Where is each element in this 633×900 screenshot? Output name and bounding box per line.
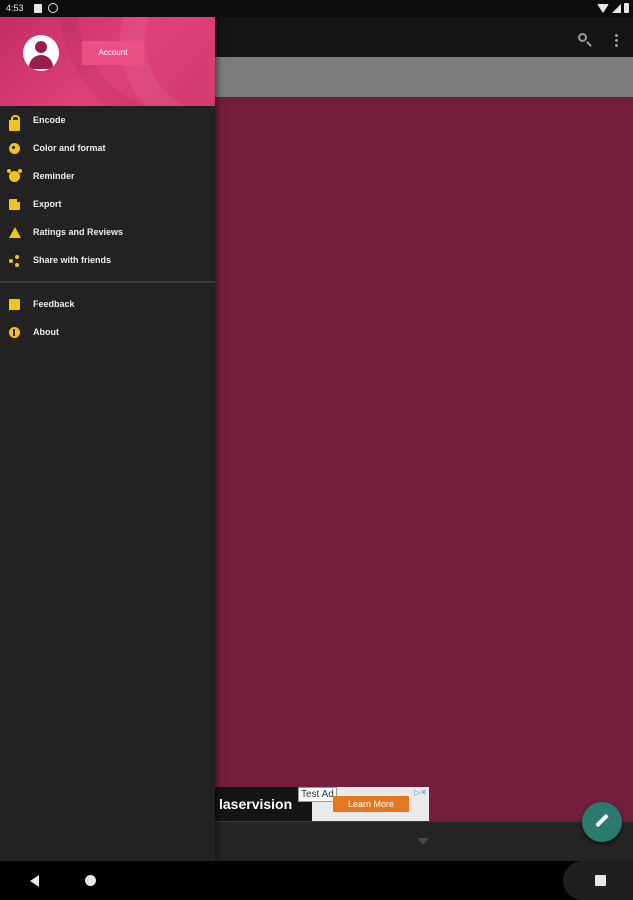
menu-item-label: Share with friends (33, 255, 112, 265)
recents-icon (595, 875, 606, 886)
menu-item-label: Feedback (33, 299, 75, 309)
menu-item-label: Encode (33, 115, 66, 125)
drawer-divider (0, 281, 215, 283)
more-vert-icon[interactable] (607, 28, 625, 46)
signal-icon (612, 3, 621, 13)
info-icon (9, 326, 20, 338)
ad-test-tag: Test Ad (298, 787, 337, 802)
menu-item-share-with-friends[interactable]: Share with friends (0, 246, 215, 274)
navigation-drawer: Account Encode Color and format Reminder… (0, 0, 215, 861)
lock-icon (9, 115, 20, 131)
menu-item-label: Reminder (33, 171, 75, 181)
star-icon (9, 226, 21, 238)
home-icon[interactable] (85, 875, 96, 886)
drawer-menu: Encode Color and format Reminder Export … (0, 106, 215, 346)
system-nav-bar (0, 861, 633, 900)
status-time: 4:53 (6, 3, 24, 13)
back-icon[interactable] (30, 875, 39, 887)
menu-item-label: Color and format (33, 143, 106, 153)
sd-card-icon (34, 4, 42, 13)
edit-fab-button[interactable] (582, 802, 622, 842)
menu-item-color-and-format[interactable]: Color and format (0, 134, 215, 162)
chevron-down-icon[interactable] (417, 838, 429, 845)
file-icon (9, 198, 20, 210)
menu-item-label: Ratings and Reviews (33, 227, 124, 237)
account-button[interactable]: Account (82, 41, 144, 65)
menu-item-ratings-and-reviews[interactable]: Ratings and Reviews (0, 218, 215, 246)
share-icon (9, 254, 20, 267)
status-indicators (597, 3, 629, 13)
ad-banner[interactable]: laservision Test Ad Learn More ▷✕ (215, 787, 429, 821)
menu-item-feedback[interactable]: Feedback (0, 290, 215, 318)
menu-item-label: Export (33, 199, 62, 209)
ad-learn-more-button[interactable]: Learn More (333, 796, 409, 812)
sync-icon (48, 3, 58, 13)
menu-item-about[interactable]: About (0, 318, 215, 346)
menu-item-encode[interactable]: Encode (0, 106, 215, 134)
status-bar: 4:53 (0, 0, 633, 17)
wifi-icon (597, 3, 609, 13)
recents-button[interactable] (563, 861, 633, 900)
menu-item-label: About (33, 327, 59, 337)
search-icon[interactable] (573, 28, 591, 46)
adchoices-icon[interactable]: ▷✕ (414, 788, 427, 797)
palette-icon (9, 142, 20, 154)
feedback-icon (9, 298, 20, 311)
battery-icon (624, 3, 629, 13)
avatar[interactable] (23, 35, 59, 71)
menu-item-reminder[interactable]: Reminder (0, 162, 215, 190)
menu-item-export[interactable]: Export (0, 190, 215, 218)
alarm-icon (7, 168, 20, 182)
pencil-icon (595, 813, 609, 828)
